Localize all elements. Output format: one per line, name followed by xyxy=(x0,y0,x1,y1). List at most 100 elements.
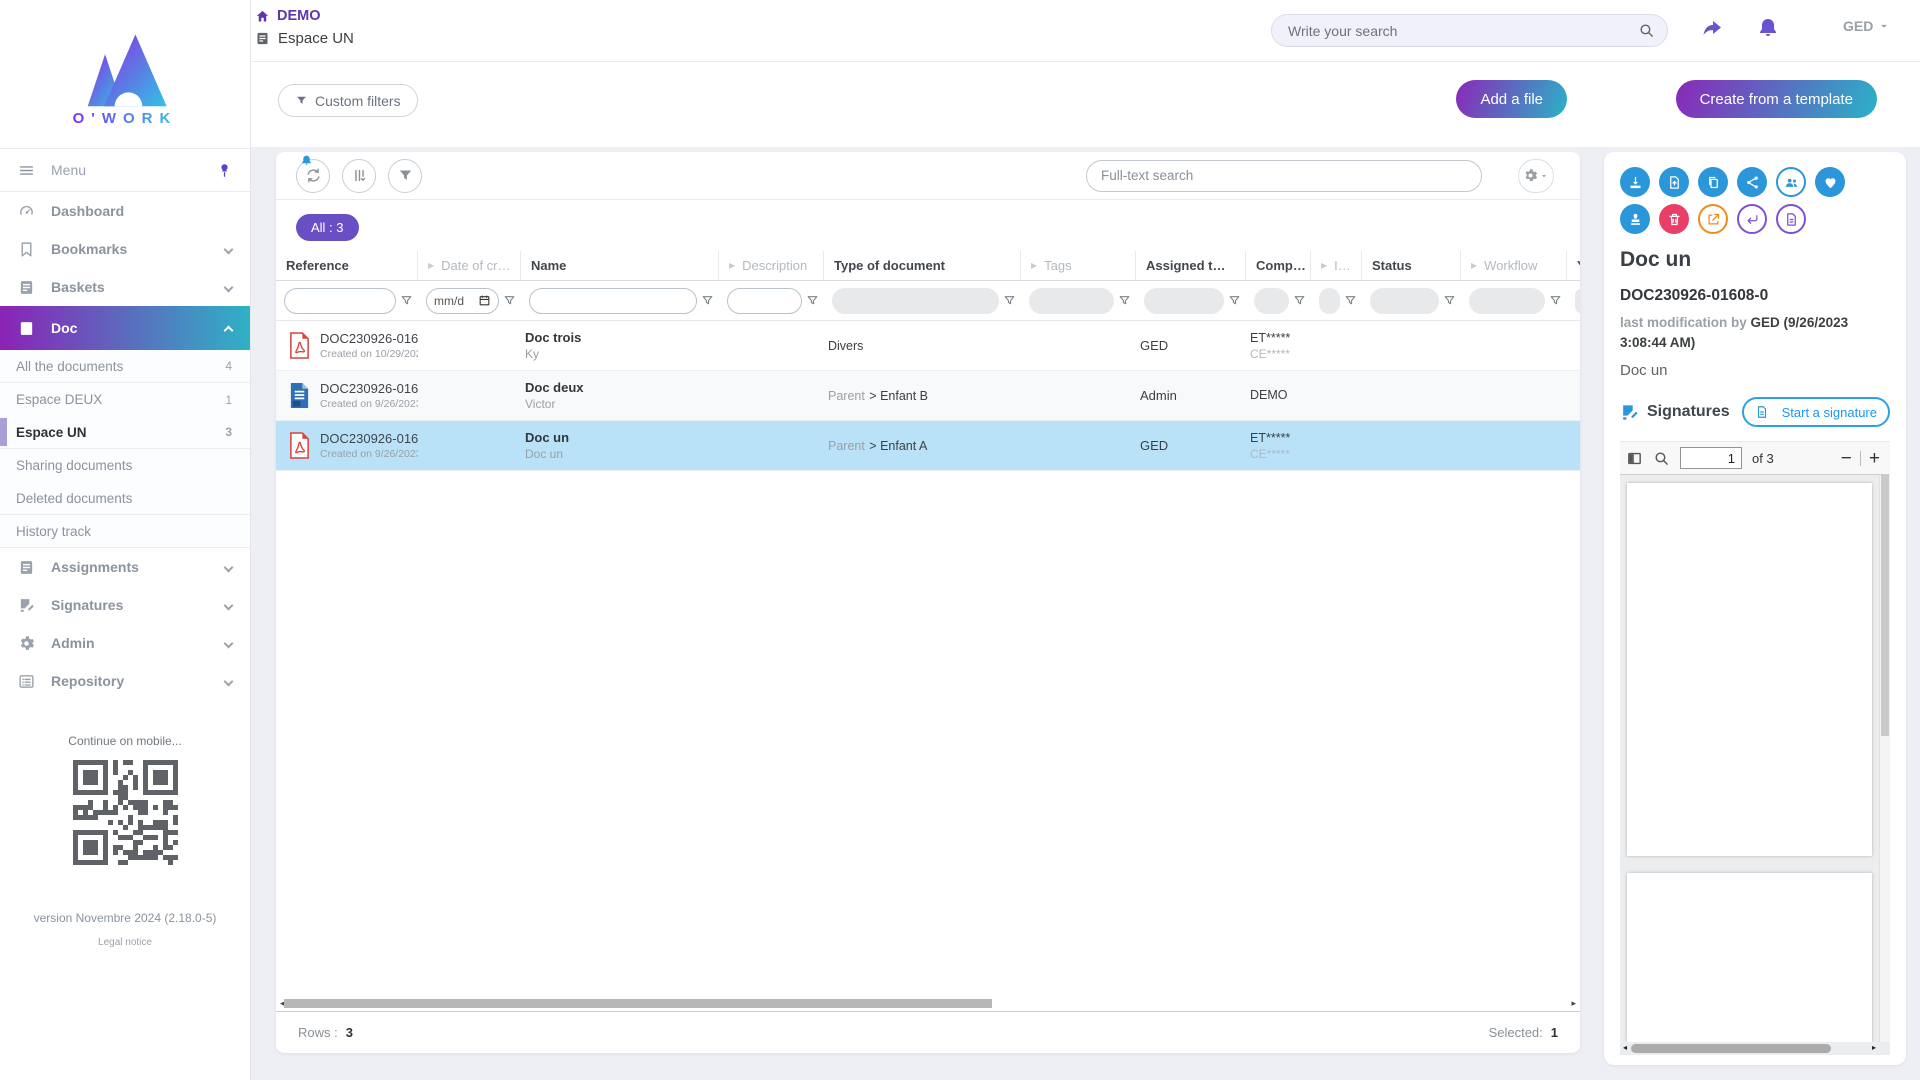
action-button[interactable] xyxy=(1659,167,1689,197)
sidebar-item[interactable]: Baskets xyxy=(0,268,250,306)
filter-funnel-icon[interactable] xyxy=(1228,294,1241,307)
column-expand-icon[interactable]: ▶ xyxy=(1321,261,1327,270)
column-header[interactable]: ▶ Y… xyxy=(1567,251,1580,280)
action-button[interactable] xyxy=(1620,204,1650,234)
column-header[interactable]: ▶ I… xyxy=(1311,251,1362,280)
pdf-page-input[interactable] xyxy=(1680,447,1742,469)
zoom-out-button[interactable]: − xyxy=(1841,449,1852,468)
doc-child-item[interactable]: History track xyxy=(0,515,250,548)
sidebar-item[interactable]: Admin xyxy=(0,624,250,662)
filter-funnel-icon[interactable] xyxy=(503,294,516,307)
sidebar-item-doc[interactable]: Doc xyxy=(0,306,250,350)
pdf-vertical-scrollbar[interactable] xyxy=(1879,475,1890,1042)
filter-funnel-icon[interactable] xyxy=(701,294,714,307)
column-filter-input[interactable] xyxy=(1152,294,1216,308)
share-icon[interactable] xyxy=(1700,16,1724,40)
column-header[interactable]: ▶ Tags xyxy=(1021,251,1136,280)
scroll-right-icon[interactable]: ▸ xyxy=(1571,998,1576,1009)
action-button[interactable] xyxy=(1620,167,1650,197)
column-header[interactable]: ▶ Date of cr… xyxy=(418,251,521,280)
filter-funnel-icon[interactable] xyxy=(1344,294,1357,307)
column-expand-icon[interactable]: ▶ xyxy=(428,261,434,270)
column-filter-input[interactable] xyxy=(1378,294,1431,308)
doc-child-item[interactable]: Espace DEUX 1 xyxy=(0,383,250,416)
doc-child-item[interactable]: All the documents 4 xyxy=(0,350,250,383)
scroll-left-icon[interactable]: ◂ xyxy=(1623,1043,1627,1052)
action-button[interactable] xyxy=(1776,204,1806,234)
pdf-page-1[interactable] xyxy=(1627,483,1872,856)
pdf-search-icon[interactable] xyxy=(1653,450,1670,467)
action-button[interactable] xyxy=(1737,167,1767,197)
doc-child-item[interactable]: Espace UN 3 xyxy=(0,416,250,449)
menu-toggle[interactable]: Menu xyxy=(0,148,250,192)
column-filter-input[interactable] xyxy=(1037,294,1106,308)
column-header[interactable]: ▶ Name xyxy=(521,251,719,280)
column-filter-input[interactable] xyxy=(1477,294,1537,308)
table-row[interactable]: DOC230926-01610-3 Created on 10/29/2024 … xyxy=(276,321,1580,371)
columns-button[interactable] xyxy=(342,159,376,193)
breadcrumb-app[interactable]: DEMO xyxy=(255,8,354,24)
sidebar-item[interactable]: Bookmarks xyxy=(0,230,250,268)
column-header[interactable]: ▶ Description xyxy=(719,251,824,280)
pdf-horizontal-scrollbar[interactable]: ◂ ▸ xyxy=(1620,1042,1879,1055)
column-header[interactable]: ▶ Type of document xyxy=(824,251,1021,280)
filter-funnel-icon[interactable] xyxy=(1293,294,1306,307)
column-expand-icon[interactable]: ▶ xyxy=(1471,261,1477,270)
all-filter-badge[interactable]: All : 3 xyxy=(296,214,359,241)
filter-funnel-icon[interactable] xyxy=(400,294,413,307)
pin-sidebar-icon[interactable] xyxy=(217,163,232,178)
filter-button[interactable] xyxy=(388,159,422,193)
column-header[interactable]: ▶ Status xyxy=(1362,251,1461,280)
column-header[interactable]: ▶ Workflow xyxy=(1461,251,1567,280)
column-header[interactable]: ▶ Reference xyxy=(276,251,418,280)
action-button[interactable] xyxy=(1815,167,1845,197)
sidebar-item[interactable]: Signatures xyxy=(0,586,250,624)
column-filter-input[interactable] xyxy=(1262,294,1281,308)
calendar-icon[interactable] xyxy=(478,294,491,307)
table-horizontal-scrollbar[interactable]: ◂ ▸ xyxy=(276,996,1580,1012)
custom-filters-button[interactable]: Custom filters xyxy=(278,84,418,117)
action-button[interactable] xyxy=(1698,204,1728,234)
search-icon[interactable] xyxy=(1638,22,1655,39)
breadcrumb-space[interactable]: Espace UN xyxy=(255,30,354,47)
start-signature-button[interactable]: Start a signature xyxy=(1742,397,1890,427)
column-filter-input[interactable] xyxy=(537,294,689,308)
column-filter-input[interactable] xyxy=(292,294,388,308)
action-button[interactable] xyxy=(1698,167,1728,197)
column-expand-icon[interactable]: ▶ xyxy=(729,261,735,270)
scroll-right-icon[interactable]: ▸ xyxy=(1872,1043,1876,1052)
legal-notice-link[interactable]: Legal notice xyxy=(0,937,250,948)
filter-funnel-icon[interactable] xyxy=(1549,294,1562,307)
notifications-bell-icon[interactable] xyxy=(1756,16,1780,40)
fulltext-search-input[interactable] xyxy=(1101,168,1467,183)
filter-funnel-icon[interactable] xyxy=(1118,294,1131,307)
user-menu[interactable]: GED xyxy=(1843,18,1891,34)
column-expand-icon[interactable]: ▶ xyxy=(1031,261,1037,270)
scrollbar-thumb[interactable] xyxy=(284,999,992,1008)
column-header[interactable]: ▶ Comp… xyxy=(1246,251,1311,280)
scrollbar-thumb[interactable] xyxy=(1881,475,1889,736)
sidebar-item[interactable]: Repository xyxy=(0,662,250,700)
add-file-button[interactable]: Add a file xyxy=(1456,80,1567,118)
column-filter-input[interactable] xyxy=(735,294,794,308)
filter-funnel-icon[interactable] xyxy=(1003,294,1016,307)
pdf-sidebar-toggle-icon[interactable] xyxy=(1626,450,1643,467)
table-row[interactable]: DOC230926-01609-0 Created on 9/26/2023 3… xyxy=(276,371,1580,421)
sidebar-item[interactable]: Dashboard xyxy=(0,192,250,230)
doc-child-item[interactable]: Sharing documents xyxy=(0,449,250,482)
create-from-template-button[interactable]: Create from a template xyxy=(1676,80,1877,118)
zoom-in-button[interactable]: + xyxy=(1869,449,1880,468)
filter-funnel-icon[interactable] xyxy=(1443,294,1456,307)
action-button[interactable] xyxy=(1776,167,1806,197)
table-row[interactable]: DOC230926-01608-0 Created on 9/26/2023 3… xyxy=(276,421,1580,471)
action-button[interactable] xyxy=(1659,204,1689,234)
filter-funnel-icon[interactable] xyxy=(806,294,819,307)
sidebar-item[interactable]: Assignments xyxy=(0,548,250,586)
action-button[interactable] xyxy=(1737,204,1767,234)
scrollbar-thumb[interactable] xyxy=(1631,1044,1831,1053)
table-settings-button[interactable] xyxy=(1518,159,1554,193)
column-filter-input[interactable] xyxy=(1327,294,1332,308)
column-filter-input[interactable] xyxy=(434,294,478,308)
column-header[interactable]: ▶ Assigned t… xyxy=(1136,251,1246,280)
global-search-input[interactable] xyxy=(1288,23,1638,39)
